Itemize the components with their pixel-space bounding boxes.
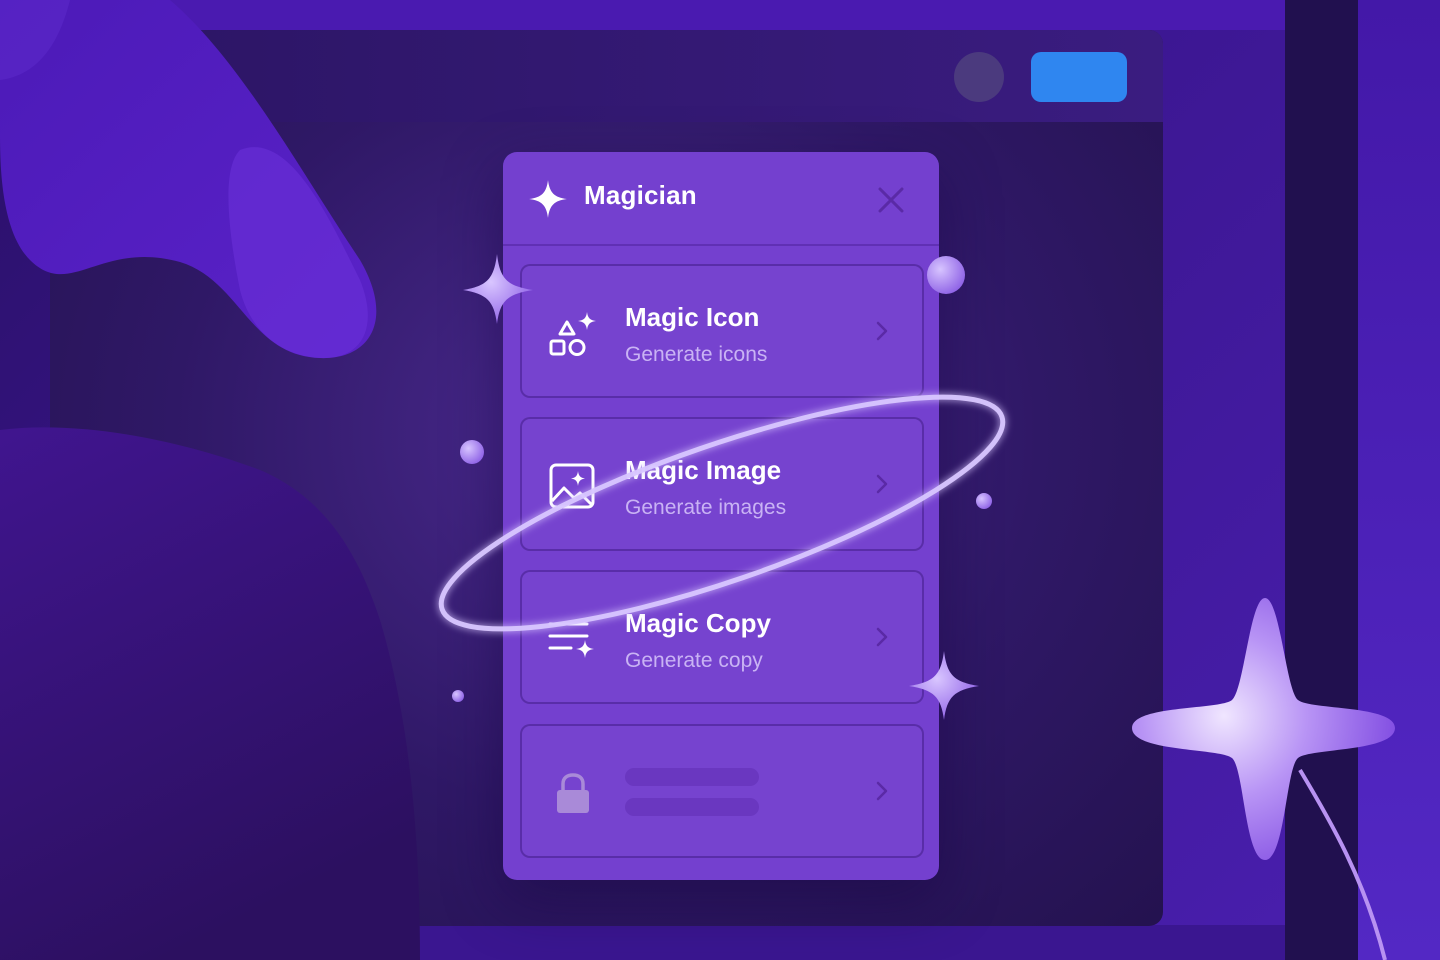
menu-item-title: Magic Image xyxy=(625,455,782,485)
menu-item-subtitle: Generate images xyxy=(625,496,787,519)
shapes-sparkle-icon xyxy=(549,312,596,356)
menu-item-magic-image[interactable]: Magic Image Generate images xyxy=(520,417,924,551)
image-sparkle-icon xyxy=(549,463,595,509)
avatar[interactable] xyxy=(954,52,1004,102)
lock-icon xyxy=(557,773,589,813)
menu-item-subtitle: Generate copy xyxy=(625,649,763,672)
background-right-strip xyxy=(1285,0,1360,960)
menu-item-title: Magic Copy xyxy=(625,608,771,638)
menu-item-magic-icon[interactable]: Magic Icon Generate icons xyxy=(520,264,924,398)
menu-item-locked[interactable] xyxy=(520,724,924,858)
menu-item-magic-copy[interactable]: Magic Copy Generate copy xyxy=(520,570,924,704)
menu-item-title: Magic Icon xyxy=(625,302,760,332)
placeholder-subtitle-bar xyxy=(625,798,759,816)
decorative-blob-shapes xyxy=(0,0,420,960)
chevron-right-icon xyxy=(876,474,888,494)
sparkle-icon xyxy=(529,180,567,218)
primary-action-button[interactable] xyxy=(1031,52,1127,102)
menu-item-subtitle: Generate icons xyxy=(625,343,768,366)
close-icon[interactable] xyxy=(873,182,909,218)
chevron-right-icon xyxy=(876,781,888,801)
background-right-edge xyxy=(1358,0,1440,960)
panel-title: Magician xyxy=(584,180,697,210)
magician-panel: Magician Magic Icon Generate icons Magic… xyxy=(503,152,939,880)
chevron-right-icon xyxy=(876,627,888,647)
chevron-right-icon xyxy=(876,321,888,341)
text-sparkle-icon xyxy=(548,622,594,658)
placeholder-title-bar xyxy=(625,768,759,786)
panel-header: Magician xyxy=(503,152,939,246)
